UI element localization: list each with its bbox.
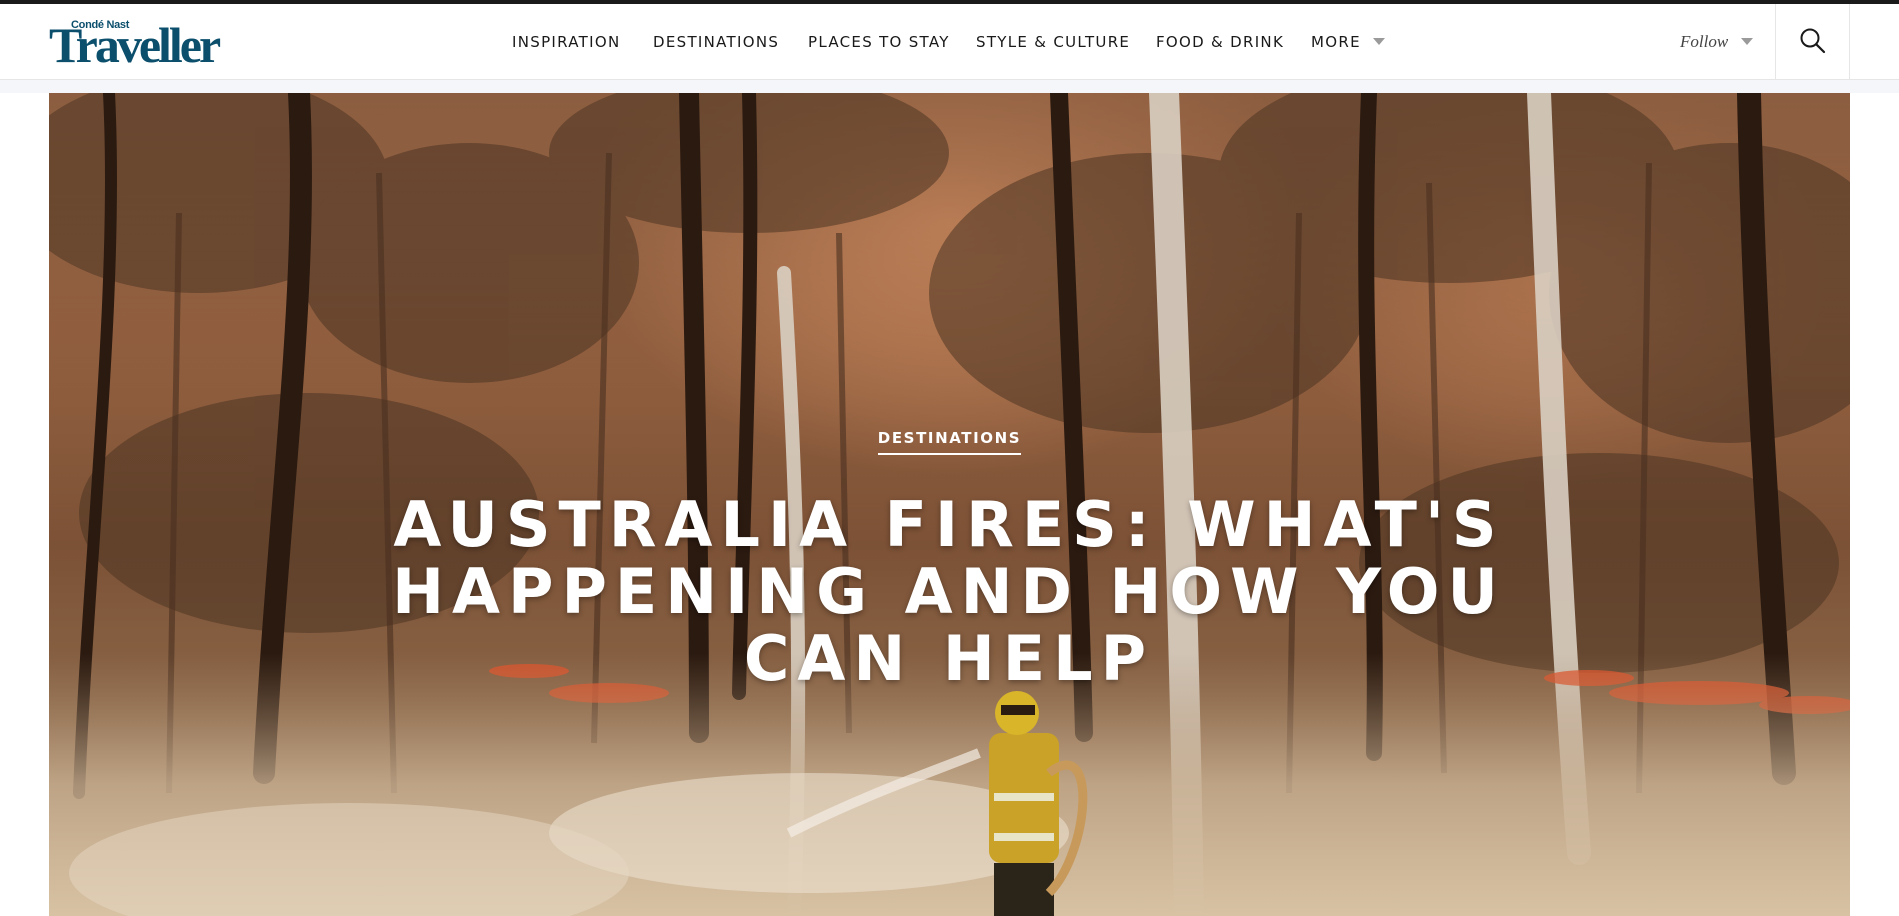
hero-category-link[interactable]: DESTINATIONS xyxy=(49,429,1850,455)
hero-category-label[interactable]: DESTINATIONS xyxy=(877,429,1022,455)
nav-item-destinations[interactable]: DESTINATIONS xyxy=(653,4,779,80)
main-nav: INSPIRATION DESTINATIONS PLACES TO STAY … xyxy=(0,4,1899,80)
hero-banner[interactable]: DESTINATIONS AUSTRALIA FIRES: WHAT'S HAP… xyxy=(49,93,1850,916)
chevron-down-icon[interactable] xyxy=(1741,38,1753,45)
nav-item-style-culture[interactable]: STYLE & CULTURE xyxy=(976,4,1130,80)
chevron-down-icon[interactable] xyxy=(1373,38,1385,45)
site-header: Condé Nast Traveller INSPIRATION DESTINA… xyxy=(0,4,1899,80)
nav-item-inspiration[interactable]: INSPIRATION xyxy=(512,4,620,80)
search-button[interactable] xyxy=(1775,4,1850,80)
nav-item-food-drink[interactable]: FOOD & DRINK xyxy=(1156,4,1284,80)
nav-item-more[interactable]: MORE xyxy=(1311,4,1361,80)
nav-item-places-to-stay[interactable]: PLACES TO STAY xyxy=(808,4,950,80)
follow-button[interactable]: Follow xyxy=(1680,4,1728,80)
header-divider-bar xyxy=(0,80,1899,93)
search-icon xyxy=(1800,28,1826,54)
hero-headline[interactable]: AUSTRALIA FIRES: WHAT'S HAPPENING AND HO… xyxy=(349,491,1549,692)
